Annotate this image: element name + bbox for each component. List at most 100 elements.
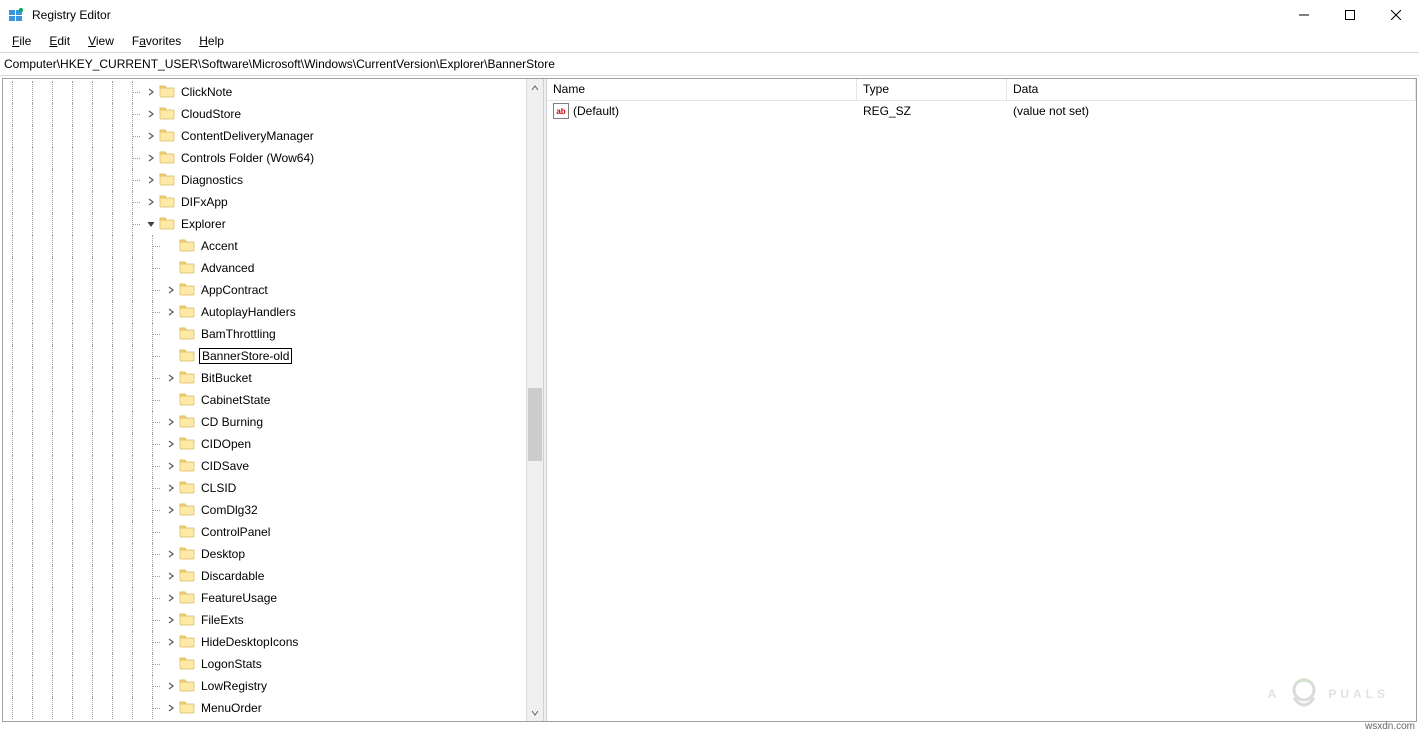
tree-item[interactable]: AutoplayHandlers [3, 301, 526, 323]
tree-item[interactable]: Advanced [3, 257, 526, 279]
menu-edit[interactable]: Edit [43, 32, 76, 50]
folder-icon [179, 501, 199, 520]
tree-scrollbar[interactable] [526, 79, 543, 721]
chevron-right-icon[interactable] [143, 87, 159, 97]
folder-icon [179, 281, 199, 300]
chevron-right-icon[interactable] [163, 373, 179, 383]
col-type[interactable]: Type [857, 79, 1007, 100]
menu-file[interactable]: File [6, 32, 37, 50]
folder-icon [179, 325, 199, 344]
tree-item[interactable]: CIDSave [3, 455, 526, 477]
chevron-right-icon[interactable] [163, 417, 179, 427]
tree-item[interactable]: ComDlg32 [3, 499, 526, 521]
folder-icon [179, 391, 199, 410]
maximize-button[interactable] [1327, 0, 1373, 30]
minimize-button[interactable] [1281, 0, 1327, 30]
tree-item[interactable]: DIFxApp [3, 191, 526, 213]
tree-item-label: CIDOpen [199, 436, 253, 452]
tree-item[interactable]: CLSID [3, 477, 526, 499]
titlebar: Registry Editor [0, 0, 1419, 30]
chevron-right-icon[interactable] [163, 439, 179, 449]
menu-favorites[interactable]: Favorites [126, 32, 187, 50]
tree-item-label: LogonStats [199, 656, 264, 672]
chevron-right-icon[interactable] [163, 637, 179, 647]
tree-item-label: HideDesktopIcons [199, 634, 300, 650]
tree-item[interactable]: BannerStore-old [3, 345, 526, 367]
chevron-right-icon[interactable] [163, 483, 179, 493]
chevron-right-icon[interactable] [163, 505, 179, 515]
address-bar[interactable]: Computer\HKEY_CURRENT_USER\Software\Micr… [0, 52, 1419, 76]
folder-icon [159, 171, 179, 190]
registry-tree[interactable]: ClickNote CloudStore ContentDeliveryManage… [3, 79, 526, 721]
chevron-right-icon[interactable] [163, 285, 179, 295]
tree-item-label: AppContract [199, 282, 270, 298]
chevron-right-icon[interactable] [143, 153, 159, 163]
tree-item[interactable]: CloudStore [3, 103, 526, 125]
tree-item[interactable]: Explorer [3, 213, 526, 235]
list-row[interactable]: ab(Default)REG_SZ(value not set) [547, 101, 1416, 121]
tree-item-label: ComDlg32 [199, 502, 260, 518]
folder-icon [179, 237, 199, 256]
chevron-right-icon[interactable] [143, 131, 159, 141]
col-name[interactable]: Name [547, 79, 857, 100]
chevron-right-icon[interactable] [163, 615, 179, 625]
chevron-right-icon[interactable] [143, 197, 159, 207]
tree-item[interactable]: FileExts [3, 609, 526, 631]
tree-item-label[interactable]: BannerStore-old [199, 348, 292, 364]
tree-item-label: Explorer [179, 216, 228, 232]
folder-icon [179, 523, 199, 542]
tree-item[interactable]: AppContract [3, 279, 526, 301]
chevron-right-icon[interactable] [163, 571, 179, 581]
tree-item[interactable]: ClickNote [3, 81, 526, 103]
folder-icon [179, 457, 199, 476]
chevron-down-icon[interactable] [143, 219, 159, 229]
tree-item[interactable]: CabinetState [3, 389, 526, 411]
chevron-right-icon[interactable] [143, 175, 159, 185]
close-button[interactable] [1373, 0, 1419, 30]
chevron-right-icon[interactable] [163, 593, 179, 603]
chevron-right-icon[interactable] [163, 307, 179, 317]
tree-item[interactable]: BitBucket [3, 367, 526, 389]
chevron-right-icon[interactable] [163, 681, 179, 691]
tree-item-label: FeatureUsage [199, 590, 279, 606]
chevron-right-icon[interactable] [163, 549, 179, 559]
tree-item[interactable]: Diagnostics [3, 169, 526, 191]
tree-item[interactable]: Controls Folder (Wow64) [3, 147, 526, 169]
tree-item-label: Diagnostics [179, 172, 245, 188]
tree-item[interactable]: FeatureUsage [3, 587, 526, 609]
chevron-right-icon[interactable] [163, 703, 179, 713]
scroll-thumb[interactable] [528, 388, 542, 461]
tree-item[interactable]: ContentDeliveryManager [3, 125, 526, 147]
menu-view[interactable]: View [82, 32, 120, 50]
tree-item-label: Controls Folder (Wow64) [179, 150, 316, 166]
tree-item[interactable]: Accent [3, 235, 526, 257]
window-title: Registry Editor [32, 8, 111, 22]
folder-icon [179, 611, 199, 630]
tree-item[interactable]: LowRegistry [3, 675, 526, 697]
scroll-down-icon[interactable] [527, 704, 543, 721]
list-body[interactable]: ab(Default)REG_SZ(value not set) [547, 101, 1416, 721]
value-type: REG_SZ [857, 104, 1007, 118]
tree-item-label: CLSID [199, 480, 238, 496]
tree-item[interactable]: CIDOpen [3, 433, 526, 455]
tree-item[interactable]: LogonStats [3, 653, 526, 675]
tree-item-label: CloudStore [179, 106, 243, 122]
tree-item-label: DIFxApp [179, 194, 230, 210]
menu-help[interactable]: Help [193, 32, 230, 50]
tree-item[interactable]: MenuOrder [3, 697, 526, 719]
watermark-icon [1282, 672, 1326, 716]
tree-item-label: MenuOrder [199, 700, 264, 716]
tree-item[interactable]: Desktop [3, 543, 526, 565]
tree-item[interactable]: BamThrottling [3, 323, 526, 345]
folder-icon [159, 149, 179, 168]
chevron-right-icon[interactable] [163, 461, 179, 471]
tree-item[interactable]: Discardable [3, 565, 526, 587]
col-data[interactable]: Data [1007, 79, 1416, 100]
folder-icon [179, 435, 199, 454]
tree-item[interactable]: CD Burning [3, 411, 526, 433]
chevron-right-icon[interactable] [143, 109, 159, 119]
scroll-up-icon[interactable] [527, 79, 543, 96]
watermark: A PUALS [1268, 672, 1389, 716]
tree-item[interactable]: HideDesktopIcons [3, 631, 526, 653]
tree-item[interactable]: ControlPanel [3, 521, 526, 543]
